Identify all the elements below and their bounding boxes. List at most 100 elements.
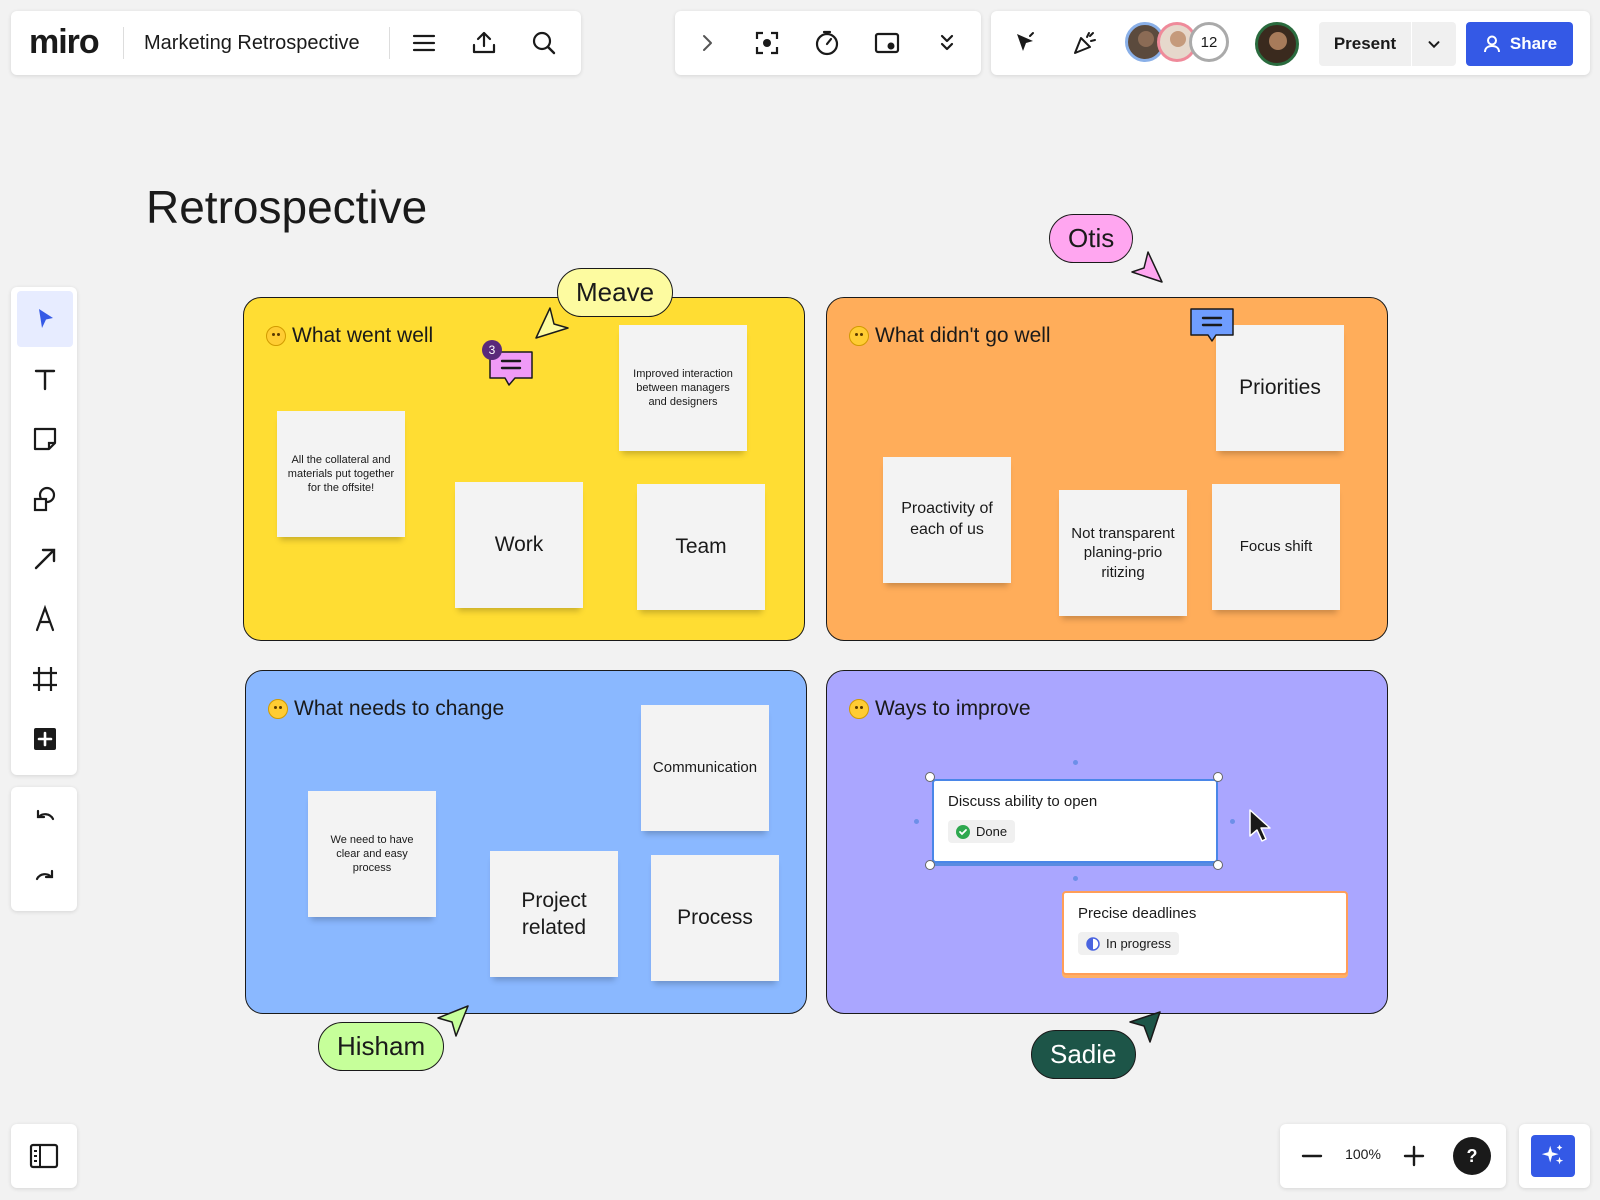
timer-icon[interactable]	[807, 23, 847, 63]
cursor-arrow-icon	[534, 306, 570, 345]
creation-toolbar	[11, 287, 77, 775]
check-circle-icon	[956, 824, 970, 839]
frame-title-label: What went well	[292, 324, 434, 347]
share-button[interactable]: Share	[1466, 22, 1573, 66]
present-button-group: Present	[1319, 22, 1456, 66]
collaborator-count-label: 12	[1200, 33, 1218, 51]
frame-title-label: What needs to change	[294, 697, 505, 720]
zoom-in-icon[interactable]	[1394, 1136, 1434, 1176]
frame-what-didnt-go-well[interactable]: What didn't go well Priorities Proactivi…	[826, 297, 1388, 641]
glowing-star-emoji-icon	[849, 699, 869, 719]
resize-handle[interactable]	[1213, 772, 1223, 782]
present-button[interactable]: Present	[1319, 22, 1411, 66]
sticky-note-icon[interactable]	[17, 411, 73, 467]
sticky-note[interactable]: Work	[455, 482, 583, 608]
status-badge[interactable]: Done	[948, 820, 1016, 843]
comment-count-label: 3	[488, 343, 496, 357]
connection-dot[interactable]	[1073, 876, 1078, 881]
collaborator-cursor-label: Otis	[1049, 214, 1134, 263]
comment-icon[interactable]	[1188, 306, 1236, 348]
current-user-avatar[interactable]	[1255, 22, 1299, 66]
collaborator-cursor-label: Meave	[557, 268, 674, 317]
connection-dot[interactable]	[914, 819, 919, 824]
frame-title: Ways to improve	[849, 697, 1031, 721]
mouse-pointer-icon	[1248, 808, 1272, 849]
zoom-out-icon[interactable]	[1292, 1136, 1332, 1176]
search-icon[interactable]	[524, 23, 564, 63]
task-card[interactable]: Precise deadlines In progress	[1062, 891, 1348, 975]
flexed-biceps-emoji-icon	[268, 699, 288, 719]
cursor-follow-icon[interactable]	[1005, 23, 1045, 63]
task-card-title: Precise deadlines	[1078, 905, 1197, 922]
sticky-note[interactable]: Process	[651, 855, 779, 981]
redo-icon[interactable]	[17, 851, 73, 907]
header-divider	[123, 27, 124, 59]
text-icon[interactable]	[17, 351, 73, 407]
ai-assistant-panel	[1519, 1124, 1590, 1188]
resize-handle[interactable]	[1213, 860, 1223, 870]
sticky-note[interactable]: Not transparent planing-prio ritizing	[1059, 490, 1187, 616]
board-panel-icon	[29, 1142, 59, 1175]
half-circle-icon	[1086, 936, 1100, 951]
header-divider	[389, 27, 390, 59]
chevrons-down-icon[interactable]	[927, 23, 967, 63]
sticky-note[interactable]: Team	[637, 484, 765, 610]
smile-emoji-icon	[266, 326, 286, 346]
connection-dot[interactable]	[1073, 760, 1078, 765]
card-sync-icon[interactable]	[867, 23, 907, 63]
ai-sparkle-icon[interactable]	[1531, 1135, 1575, 1177]
share-label: Share	[1509, 34, 1558, 53]
user-icon	[1483, 35, 1500, 53]
board-title[interactable]: Marketing Retrospective	[144, 32, 360, 55]
sticky-note[interactable]: Communication	[641, 705, 769, 831]
board-panel-toggle[interactable]	[11, 1124, 77, 1188]
task-card[interactable]: Discuss ability to open Done	[932, 779, 1218, 863]
collaboration-toolbar	[675, 11, 981, 75]
select-icon[interactable]	[17, 291, 73, 347]
header-panel: miro Marketing Retrospective	[11, 11, 581, 75]
comment-count-badge: 3	[482, 340, 502, 360]
history-toolbar	[11, 787, 77, 911]
frame-icon[interactable]	[17, 651, 73, 707]
cursor-arrow-icon	[1128, 1010, 1164, 1049]
frame-title: What didn't go well	[849, 324, 1051, 348]
status-badge[interactable]: In progress	[1078, 932, 1180, 955]
sticky-note[interactable]: Project related	[490, 851, 618, 977]
sticky-note[interactable]: We need to have clear and easy process	[308, 791, 436, 917]
pen-icon[interactable]	[17, 591, 73, 647]
add-icon[interactable]	[17, 711, 73, 767]
status-label: Done	[976, 824, 1008, 839]
sticky-note[interactable]: Improved interaction between managers an…	[619, 325, 747, 451]
task-card-title: Discuss ability to open	[948, 793, 1098, 810]
help-label: ?	[1466, 1145, 1478, 1166]
zoom-level[interactable]: 100%	[1340, 1146, 1386, 1162]
arrow-icon[interactable]	[17, 531, 73, 587]
focus-frame-icon[interactable]	[747, 23, 787, 63]
sharing-toolbar: 12 Present Share	[991, 11, 1590, 75]
miro-logo[interactable]: miro	[29, 23, 100, 62]
frame-what-needs-to-change[interactable]: What needs to change Communication We ne…	[245, 670, 807, 1014]
board-heading[interactable]: Retrospective	[146, 180, 427, 234]
celebrate-icon[interactable]	[1065, 23, 1105, 63]
resize-handle[interactable]	[925, 860, 935, 870]
sticky-note[interactable]: All the collateral and materials put tog…	[277, 411, 405, 537]
undo-icon[interactable]	[17, 791, 73, 847]
sticky-note[interactable]: Focus shift	[1212, 484, 1340, 610]
zoom-controls: 100% ?	[1280, 1124, 1506, 1188]
hamburger-menu-icon[interactable]	[404, 23, 444, 63]
upload-icon[interactable]	[464, 23, 504, 63]
sticky-note[interactable]: Proactivity of each of us	[883, 457, 1011, 583]
collaborator-count[interactable]: 12	[1189, 22, 1229, 62]
cursor-arrow-icon	[436, 1004, 472, 1043]
frame-title: What needs to change	[268, 697, 504, 721]
status-label: In progress	[1106, 936, 1172, 951]
connection-dot[interactable]	[1230, 819, 1235, 824]
cursor-arrow-icon	[1130, 250, 1166, 289]
shapes-icon[interactable]	[17, 471, 73, 527]
chevron-right-icon[interactable]	[687, 23, 727, 63]
collaborator-cursor-label: Sadie	[1031, 1030, 1136, 1079]
resize-handle[interactable]	[925, 772, 935, 782]
frame-title-label: What didn't go well	[875, 324, 1051, 347]
chevron-down-icon[interactable]	[1412, 22, 1456, 66]
help-button[interactable]: ?	[1453, 1137, 1491, 1175]
